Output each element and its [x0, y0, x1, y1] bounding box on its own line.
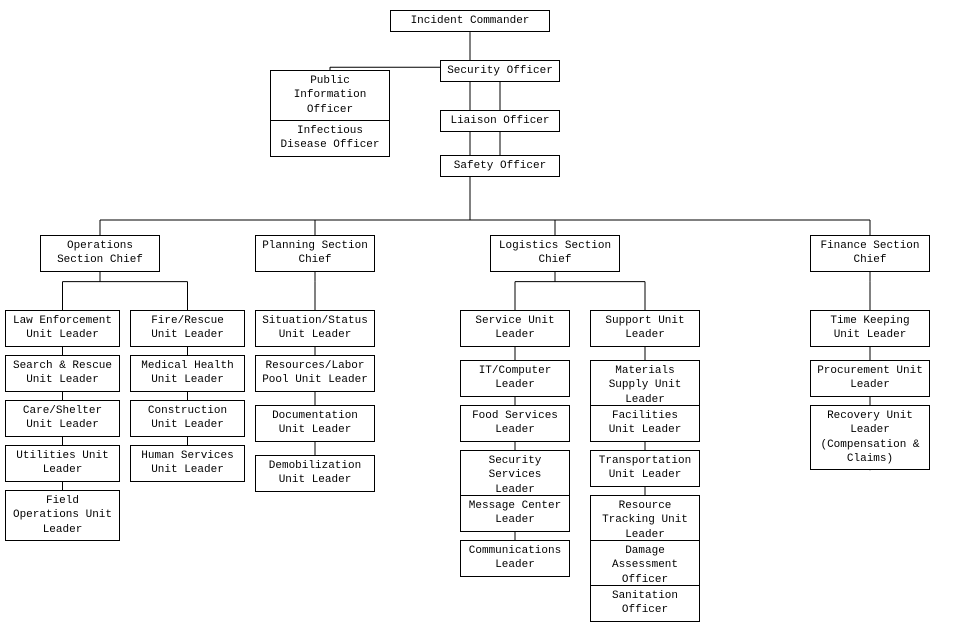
- operations-section-chief-box: Operations Section Chief: [40, 235, 160, 272]
- finance-section-chief-box: Finance Section Chief: [810, 235, 930, 272]
- construction-unit-leader-box: Construction Unit Leader: [130, 400, 245, 437]
- safety-officer-box: Safety Officer: [440, 155, 560, 177]
- infectious-disease-officer-box: Infectious Disease Officer: [270, 120, 390, 157]
- it-computer-leader-box: IT/Computer Leader: [460, 360, 570, 397]
- incident-commander-box: Incident Commander: [390, 10, 550, 32]
- human-services-unit-leader-box: Human Services Unit Leader: [130, 445, 245, 482]
- food-services-leader-box: Food Services Leader: [460, 405, 570, 442]
- facilities-unit-leader-box: Facilities Unit Leader: [590, 405, 700, 442]
- situation-status-unit-leader-box: Situation/Status Unit Leader: [255, 310, 375, 347]
- sanitation-officer-box: Sanitation Officer: [590, 585, 700, 622]
- time-keeping-unit-leader-box: Time Keeping Unit Leader: [810, 310, 930, 347]
- law-enforcement-unit-leader-box: Law Enforcement Unit Leader: [5, 310, 120, 347]
- damage-assessment-officer-box: Damage Assessment Officer: [590, 540, 700, 591]
- search-rescue-unit-leader-box: Search & Rescue Unit Leader: [5, 355, 120, 392]
- service-unit-leader-box: Service Unit Leader: [460, 310, 570, 347]
- fire-rescue-unit-leader-box: Fire/Rescue Unit Leader: [130, 310, 245, 347]
- field-operations-unit-leader-box: Field Operations Unit Leader: [5, 490, 120, 541]
- planning-section-chief-box: Planning Section Chief: [255, 235, 375, 272]
- transportation-unit-leader-box: Transportation Unit Leader: [590, 450, 700, 487]
- security-services-leader-box: Security Services Leader: [460, 450, 570, 501]
- public-information-officer-box: Public Information Officer: [270, 70, 390, 121]
- documentation-unit-leader-box: Documentation Unit Leader: [255, 405, 375, 442]
- security-officer-box: Security Officer: [440, 60, 560, 82]
- resource-tracking-unit-leader-box: Resource Tracking Unit Leader: [590, 495, 700, 546]
- utilities-unit-leader-box: Utilities Unit Leader: [5, 445, 120, 482]
- support-unit-leader-box: Support Unit Leader: [590, 310, 700, 347]
- recovery-unit-leader-box: Recovery Unit Leader (Compensation & Cla…: [810, 405, 930, 470]
- communications-leader-box: Communications Leader: [460, 540, 570, 577]
- resources-labor-pool-unit-leader-box: Resources/Labor Pool Unit Leader: [255, 355, 375, 392]
- care-shelter-unit-leader-box: Care/Shelter Unit Leader: [5, 400, 120, 437]
- procurement-unit-leader-box: Procurement Unit Leader: [810, 360, 930, 397]
- logistics-section-chief-box: Logistics Section Chief: [490, 235, 620, 272]
- medical-health-unit-leader-box: Medical Health Unit Leader: [130, 355, 245, 392]
- materials-supply-unit-leader-box: Materials Supply Unit Leader: [590, 360, 700, 411]
- liaison-officer-box: Liaison Officer: [440, 110, 560, 132]
- message-center-leader-box: Message Center Leader: [460, 495, 570, 532]
- demobilization-unit-leader-box: Demobilization Unit Leader: [255, 455, 375, 492]
